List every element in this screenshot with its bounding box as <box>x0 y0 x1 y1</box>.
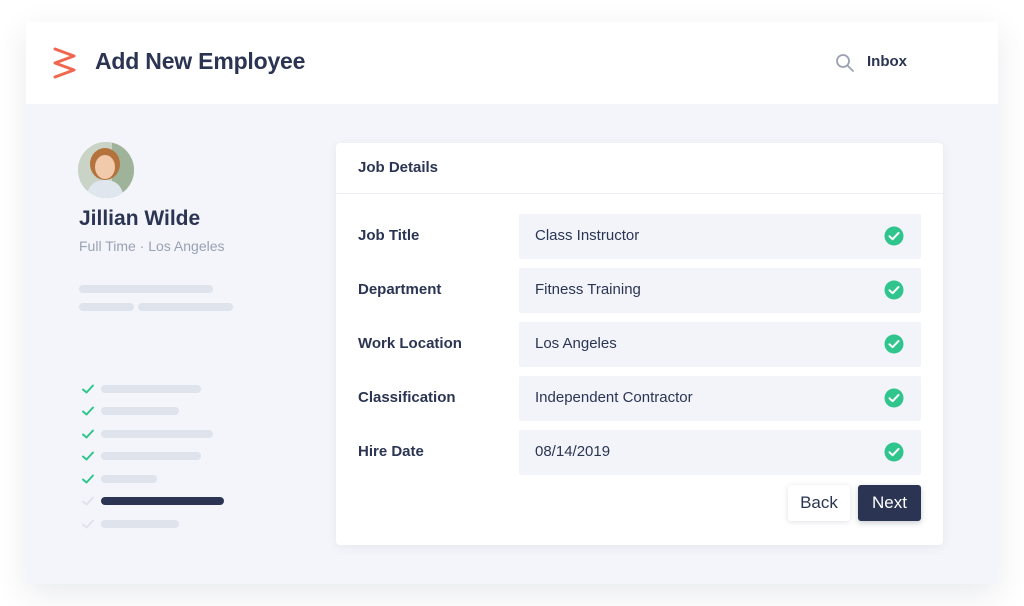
check-circle-icon <box>884 280 904 300</box>
job-details-card: Job Details Job Title Class Instructor D… <box>336 143 943 545</box>
placeholder-line <box>138 303 233 311</box>
classification-field[interactable]: Independent Contractor <box>519 376 921 421</box>
classification-label: Classification <box>358 389 456 406</box>
hire-date-value: 08/14/2019 <box>535 443 611 460</box>
check-icon <box>82 451 94 461</box>
check-icon <box>82 406 94 416</box>
avatar <box>78 142 134 198</box>
back-button[interactable]: Back <box>788 485 850 521</box>
card-header: Job Details <box>336 143 943 194</box>
check-icon <box>82 474 94 484</box>
check-icon <box>82 496 94 506</box>
step-item[interactable] <box>101 385 201 393</box>
next-button[interactable]: Next <box>858 485 921 521</box>
check-circle-icon <box>884 334 904 354</box>
hire-date-label: Hire Date <box>358 443 424 460</box>
check-circle-icon <box>884 442 904 462</box>
search-icon[interactable] <box>835 53 855 73</box>
step-item[interactable] <box>101 430 213 438</box>
step-item[interactable] <box>101 475 157 483</box>
department-field[interactable]: Fitness Training <box>519 268 921 313</box>
app-window: Add New Employee Inbox Jillian Wilde Ful… <box>26 22 998 584</box>
placeholder-line <box>79 303 134 311</box>
placeholder-line <box>79 285 213 293</box>
job-title-label: Job Title <box>358 227 420 244</box>
card-title: Job Details <box>358 159 439 176</box>
check-icon <box>82 519 94 529</box>
employee-subtitle: Full Time · Los Angeles <box>79 238 225 254</box>
inbox-link[interactable]: Inbox <box>867 53 907 70</box>
classification-value: Independent Contractor <box>535 389 693 406</box>
check-circle-icon <box>884 226 904 246</box>
job-title-field[interactable]: Class Instructor <box>519 214 921 259</box>
hire-date-field[interactable]: 08/14/2019 <box>519 430 921 475</box>
work-location-field[interactable]: Los Angeles <box>519 322 921 367</box>
step-item[interactable] <box>101 407 179 415</box>
step-item-current[interactable] <box>101 497 224 505</box>
employee-name: Jillian Wilde <box>79 207 201 230</box>
work-location-value: Los Angeles <box>535 335 617 352</box>
step-item[interactable] <box>101 520 179 528</box>
job-title-value: Class Instructor <box>535 227 640 244</box>
step-item[interactable] <box>101 452 201 460</box>
zigzag-logo-icon <box>53 47 76 79</box>
check-icon <box>82 384 94 394</box>
work-location-label: Work Location <box>358 335 462 352</box>
check-circle-icon <box>884 388 904 408</box>
page-title: Add New Employee <box>95 48 306 74</box>
avatar-photo <box>78 142 134 198</box>
department-label: Department <box>358 281 442 298</box>
department-value: Fitness Training <box>535 281 641 298</box>
top-bar: Add New Employee Inbox <box>26 22 998 104</box>
check-icon <box>82 429 94 439</box>
